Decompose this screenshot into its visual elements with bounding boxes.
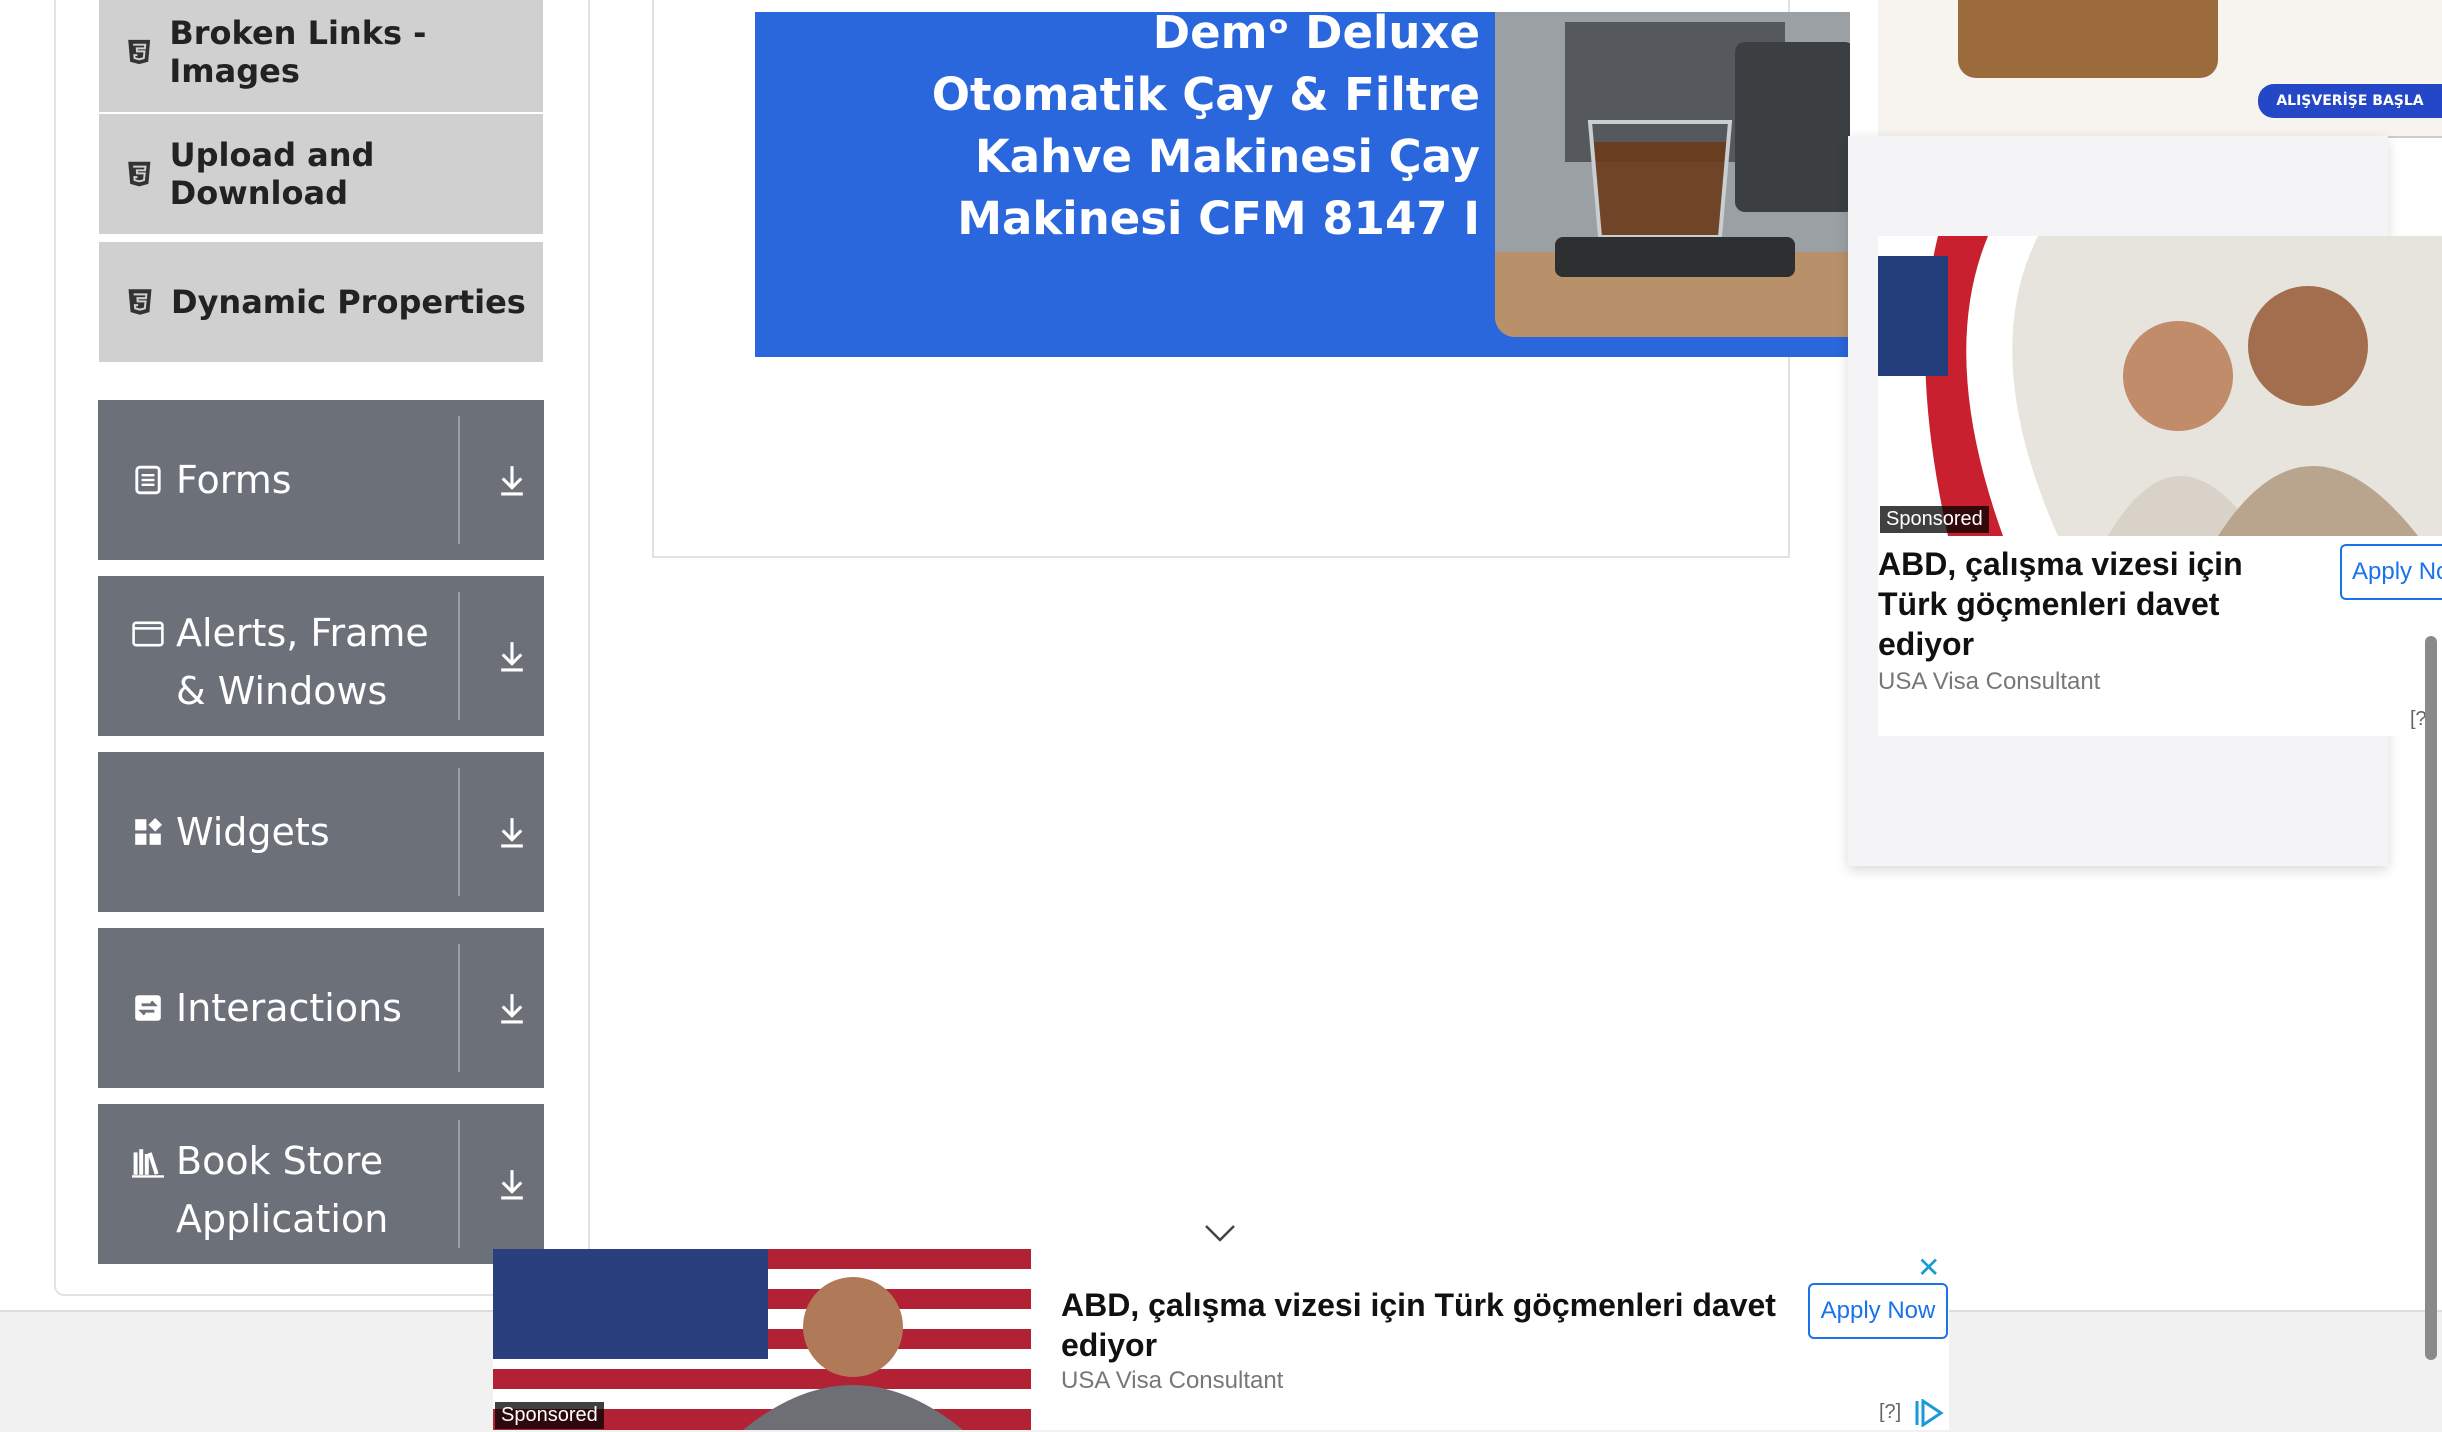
right-ad-top[interactable]: ALIŞVERİŞE BAŞLA: [1878, 0, 2442, 138]
expand-download-icon[interactable]: [494, 1104, 530, 1264]
ad-info-link[interactable]: [?]: [1879, 1401, 1901, 1424]
widgets-icon: [135, 818, 162, 845]
interactions-icon: [135, 995, 161, 1021]
divider: [458, 592, 460, 720]
expand-download-icon[interactable]: [494, 400, 530, 560]
adchoices-icon[interactable]: [1913, 1398, 1945, 1428]
sidebar-item-label: Broken Links - Images: [169, 14, 427, 90]
html5-icon: [128, 289, 152, 315]
divider: [458, 768, 460, 896]
sponsored-label: Sponsored: [1880, 506, 1989, 533]
sidebar-item-upload-download[interactable]: Upload and Download: [99, 114, 543, 234]
group-alerts-frame-windows[interactable]: Alerts, Frame & Windows: [98, 576, 544, 736]
sidebar-item-label: Upload and Download: [169, 136, 375, 212]
banner-text: Demᵒ Deluxe Otomatik Çay & Filtre Kahve …: [931, 12, 1480, 245]
ad-title[interactable]: ABD, çalışma vizesi için Türk göçmenleri…: [1878, 544, 2278, 664]
divider: [458, 1120, 460, 1248]
forms-icon: [135, 465, 161, 495]
scrollbar-thumb[interactable]: [2425, 636, 2437, 1360]
group-label: Forms: [176, 458, 292, 502]
close-icon[interactable]: ✕: [1917, 1251, 1940, 1284]
ad-image: [1878, 236, 2442, 536]
group-interactions[interactable]: Interactions: [98, 928, 544, 1088]
window-icon: [132, 621, 164, 647]
divider: [458, 416, 460, 544]
ad-title[interactable]: ABD, çalışma vizesi için Türk göçmenleri…: [1061, 1285, 1821, 1365]
sponsored-label: Sponsored: [495, 1402, 604, 1429]
divider: [458, 944, 460, 1072]
coffee-machine-image: [1495, 12, 1850, 337]
sidebar-item-broken-links[interactable]: Broken Links - Images: [99, 0, 543, 112]
apply-now-button[interactable]: Apply No: [2340, 544, 2442, 600]
group-label: Alerts, Frame & Windows: [176, 611, 429, 713]
apply-now-button[interactable]: Apply Now: [1808, 1283, 1948, 1339]
bottom-sponsored-ad[interactable]: Sponsored ABD, çalışma vizesi için Türk …: [493, 1249, 1949, 1430]
coffee-machine-ad-banner[interactable]: Demᵒ Deluxe Otomatik Çay & Filtre Kahve …: [755, 12, 1850, 357]
bookstore-icon: [132, 1149, 164, 1178]
group-label: Interactions: [176, 986, 402, 1030]
group-label: Book Store Application: [176, 1139, 389, 1241]
chevron-down-icon[interactable]: [1202, 1222, 1238, 1244]
html5-icon: [128, 161, 151, 187]
group-book-store[interactable]: Book Store Application: [98, 1104, 544, 1264]
ad-source: USA Visa Consultant: [1878, 668, 2101, 695]
group-forms[interactable]: Forms: [98, 400, 544, 560]
expand-download-icon[interactable]: [494, 928, 530, 1088]
expand-download-icon[interactable]: [494, 576, 530, 736]
sidebar-item-dynamic-properties[interactable]: Dynamic Properties: [99, 242, 543, 362]
sidebar-item-label: Dynamic Properties: [171, 283, 526, 321]
group-label: Widgets: [176, 810, 330, 854]
expand-download-icon[interactable]: [494, 752, 530, 912]
right-sponsored-ad[interactable]: Sponsored ABD, çalışma vizesi için Türk …: [1878, 236, 2442, 736]
html5-icon: [128, 39, 151, 65]
ad-source: USA Visa Consultant: [1061, 1367, 1284, 1394]
group-widgets[interactable]: Widgets: [98, 752, 544, 912]
shop-now-button[interactable]: ALIŞVERİŞE BAŞLA: [2258, 84, 2442, 118]
leopard-bag-image: [1958, 0, 2218, 78]
